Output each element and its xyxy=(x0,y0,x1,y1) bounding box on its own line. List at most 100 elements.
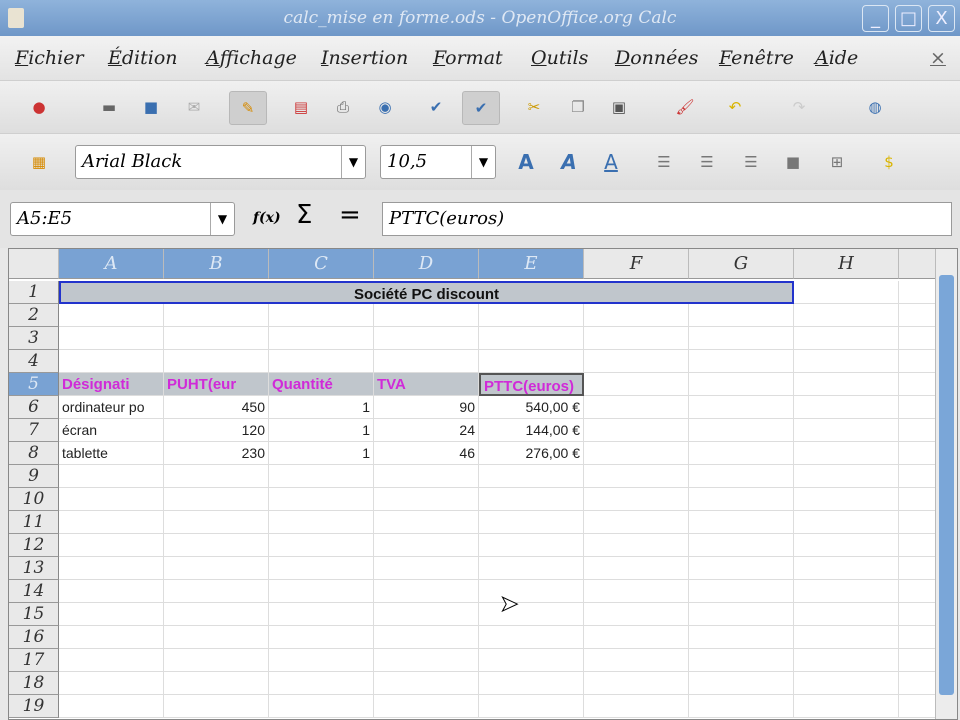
cell[interactable] xyxy=(164,649,269,672)
cell[interactable] xyxy=(689,327,794,350)
cell[interactable] xyxy=(899,396,939,419)
cell[interactable] xyxy=(794,350,899,373)
data-cell[interactable]: ordinateur po xyxy=(59,396,164,419)
row-header-17[interactable]: 17 xyxy=(9,649,59,672)
cell[interactable] xyxy=(689,396,794,419)
cell[interactable] xyxy=(899,649,939,672)
cell[interactable] xyxy=(899,557,939,580)
column-header-b[interactable]: B xyxy=(164,249,269,279)
cell[interactable] xyxy=(584,396,689,419)
row-header-5[interactable]: 5 xyxy=(9,373,59,396)
auto-spellcheck-icon[interactable]: ✔ xyxy=(462,91,500,125)
cell[interactable] xyxy=(59,580,164,603)
header-cell[interactable]: PUHT(eur xyxy=(164,373,269,396)
header-cell[interactable]: TVA xyxy=(374,373,479,396)
cell[interactable] xyxy=(584,350,689,373)
cell[interactable] xyxy=(269,534,374,557)
cell[interactable] xyxy=(794,534,899,557)
row-header-16[interactable]: 16 xyxy=(9,626,59,649)
cell[interactable] xyxy=(59,626,164,649)
cell[interactable] xyxy=(479,511,584,534)
navigator-icon[interactable]: ◍ xyxy=(862,94,888,120)
header-cell[interactable]: Désignati xyxy=(59,373,164,396)
column-header-h[interactable]: H xyxy=(794,249,899,279)
vertical-scrollbar[interactable] xyxy=(935,249,957,719)
cell[interactable] xyxy=(59,695,164,718)
align-right-icon[interactable]: ☰ xyxy=(738,149,764,175)
cell[interactable] xyxy=(689,649,794,672)
menu-insertion[interactable]: Insertion xyxy=(321,47,408,69)
cell[interactable] xyxy=(164,304,269,327)
cell[interactable] xyxy=(479,557,584,580)
cell[interactable] xyxy=(584,327,689,350)
menu-format[interactable]: Format xyxy=(433,47,503,69)
formula-input[interactable]: PTTC(euros) xyxy=(382,202,952,236)
merged-title-cell[interactable]: Société PC discount xyxy=(59,281,794,304)
maximize-button[interactable]: □ xyxy=(895,5,922,32)
cell[interactable] xyxy=(374,350,479,373)
menu-outils[interactable]: Outils xyxy=(531,47,588,69)
menu-edition[interactable]: Édition xyxy=(108,47,178,69)
cell[interactable] xyxy=(164,511,269,534)
cell[interactable] xyxy=(59,672,164,695)
scrollbar-thumb[interactable] xyxy=(939,275,954,695)
cell[interactable] xyxy=(584,534,689,557)
cell[interactable] xyxy=(269,511,374,534)
sum-icon[interactable]: Σ xyxy=(296,200,312,230)
cell[interactable] xyxy=(479,350,584,373)
name-box[interactable]: A5:E5 ▼ xyxy=(10,202,235,236)
cell[interactable] xyxy=(59,304,164,327)
save-icon[interactable]: ■ xyxy=(138,94,164,120)
cell[interactable] xyxy=(794,649,899,672)
cell[interactable] xyxy=(689,350,794,373)
data-cell[interactable]: 1 xyxy=(269,396,374,419)
cell[interactable] xyxy=(479,304,584,327)
select-all-corner[interactable] xyxy=(9,249,59,279)
cell[interactable] xyxy=(794,465,899,488)
function-wizard-icon[interactable]: f(x) xyxy=(253,210,281,226)
cell[interactable] xyxy=(269,695,374,718)
cell[interactable] xyxy=(689,626,794,649)
justify-icon[interactable]: ■ xyxy=(780,149,806,175)
format-paintbrush-icon[interactable]: 🖌 xyxy=(672,94,698,120)
cell[interactable] xyxy=(269,580,374,603)
font-name-select[interactable]: Arial Black ▼ xyxy=(75,145,366,179)
cell[interactable] xyxy=(899,695,939,718)
cell[interactable] xyxy=(899,327,939,350)
cell[interactable] xyxy=(794,626,899,649)
open-icon[interactable]: ▬ xyxy=(96,94,122,120)
cell[interactable] xyxy=(899,442,939,465)
cell[interactable] xyxy=(689,304,794,327)
cell[interactable] xyxy=(269,557,374,580)
cell[interactable] xyxy=(794,672,899,695)
cell[interactable] xyxy=(479,580,584,603)
close-document-icon[interactable]: × xyxy=(930,47,946,69)
cell[interactable] xyxy=(794,281,899,304)
cell[interactable] xyxy=(269,304,374,327)
cell[interactable] xyxy=(164,327,269,350)
cell[interactable] xyxy=(689,465,794,488)
cell[interactable] xyxy=(479,488,584,511)
cell[interactable] xyxy=(584,511,689,534)
new-document-icon[interactable]: ● xyxy=(26,94,52,120)
cell[interactable] xyxy=(59,603,164,626)
data-cell[interactable]: 90 xyxy=(374,396,479,419)
cell[interactable] xyxy=(374,649,479,672)
function-icon[interactable]: = xyxy=(339,200,361,230)
cell[interactable] xyxy=(164,534,269,557)
merge-cells-icon[interactable]: ⊞ xyxy=(824,149,850,175)
paste-icon[interactable]: ▣ xyxy=(606,94,632,120)
spreadsheet-grid[interactable]: A B C D E F G H 1 2 3 4 5 6 7 8 9 10 11 12 13 14 15 16 17 18 19 Soc… xyxy=(8,248,958,720)
data-cell[interactable]: 540,00 € xyxy=(479,396,584,419)
data-cell[interactable]: 1 xyxy=(269,442,374,465)
copy-icon[interactable]: ❐ xyxy=(565,94,591,120)
cell[interactable] xyxy=(899,419,939,442)
data-cell[interactable]: tablette xyxy=(59,442,164,465)
cell[interactable] xyxy=(689,511,794,534)
export-pdf-icon[interactable]: ▤ xyxy=(288,94,314,120)
print-icon[interactable]: ⎙ xyxy=(330,94,356,120)
cell[interactable] xyxy=(374,672,479,695)
cell[interactable] xyxy=(794,580,899,603)
cell[interactable] xyxy=(794,419,899,442)
cell[interactable] xyxy=(164,557,269,580)
